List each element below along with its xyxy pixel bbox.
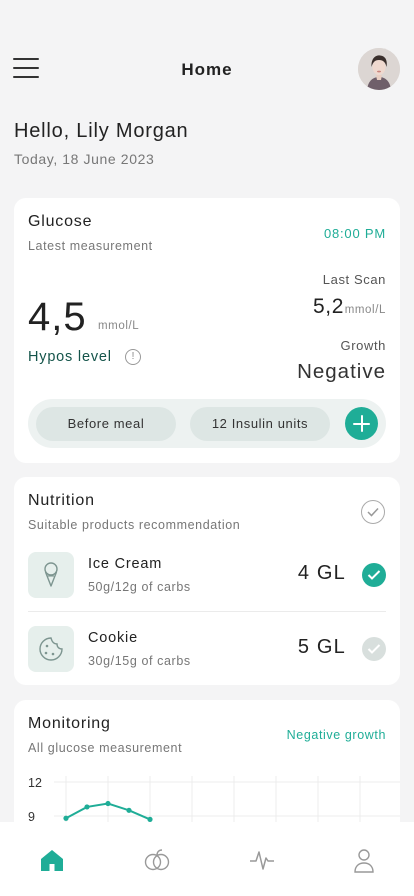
data-point [63, 815, 69, 821]
glucose-title: Glucose [28, 213, 93, 230]
growth-value: Negative [297, 360, 386, 383]
food-carbs: 30g/15g of carbs [88, 654, 191, 668]
glucose-card[interactable]: Glucose Latest measurement 08:00 PM 4,5 … [14, 198, 400, 463]
greeting-text: Hello, Lily Morgan [14, 120, 189, 142]
unchecked-icon[interactable] [362, 637, 386, 661]
nutrition-card: Nutrition Suitable products recommendati… [14, 477, 400, 685]
last-scan-label: Last Scan [322, 272, 386, 287]
select-all-check-icon[interactable] [361, 500, 385, 524]
food-name: Ice Cream [88, 556, 163, 572]
data-point [105, 800, 111, 807]
date-text: Today, 18 June 2023 [14, 151, 155, 167]
food-gl: 4 GL [297, 562, 346, 584]
measurement-time: 08:00 PM [323, 226, 386, 241]
food-item-cookie[interactable]: Cookie 30g/15g of carbs 5 GL [28, 626, 386, 672]
app-header: Home [0, 46, 414, 92]
insulin-units-pill[interactable]: 12 Insulin units [190, 407, 330, 441]
hypos-level-label: Hypos level [28, 349, 112, 365]
nutrition-subtitle: Suitable products recommendation [28, 518, 241, 532]
data-point [126, 807, 132, 813]
last-scan-unit: mmol/L [344, 304, 386, 316]
add-measurement-button[interactable] [345, 407, 378, 440]
checked-icon[interactable] [362, 563, 386, 587]
growth-label: Growth [340, 338, 386, 353]
tab-bar [0, 822, 414, 896]
pulse-icon[interactable] [248, 846, 276, 874]
page-title: Home [181, 60, 233, 79]
before-meal-pill[interactable]: Before meal [36, 407, 176, 441]
glucose-unit: mmol/L [98, 320, 140, 332]
nutrition-icon[interactable] [143, 846, 171, 874]
food-carbs: 50g/12g of carbs [88, 580, 191, 594]
glucose-subtitle: Latest measurement [28, 239, 153, 253]
data-point [84, 804, 90, 810]
last-scan-value: 5,2 [313, 295, 344, 318]
cookie-icon [28, 626, 74, 672]
glucose-value: 4,5 [28, 295, 87, 339]
ice-cream-icon [28, 552, 74, 598]
glucose-actions-bar: Before meal 12 Insulin units [28, 399, 386, 448]
info-icon[interactable]: ! [125, 349, 141, 365]
divider [28, 611, 386, 612]
home-icon[interactable] [38, 846, 66, 874]
food-item-ice-cream[interactable]: Ice Cream 50g/12g of carbs 4 GL [28, 552, 386, 598]
food-gl: 5 GL [297, 636, 346, 658]
food-name: Cookie [88, 630, 138, 646]
profile-icon[interactable] [350, 846, 378, 874]
nutrition-title: Nutrition [28, 492, 95, 509]
avatar[interactable] [358, 48, 400, 90]
